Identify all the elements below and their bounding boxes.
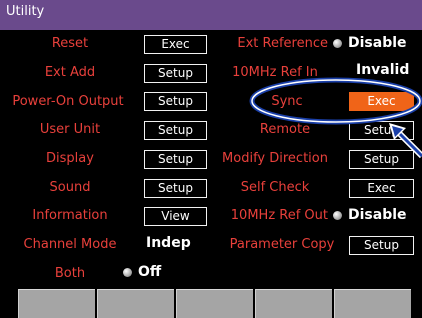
label-ext-reference: Ext Reference [237,36,328,51]
ext-reference-value[interactable]: Disable [348,35,407,51]
remote-setup-button[interactable]: Setup [349,121,414,140]
label-10mhz-ref-in: 10MHz Ref In [232,65,318,80]
label-modify-direction: Modify Direction [222,151,328,166]
label-user-unit: User Unit [39,122,101,137]
user-unit-setup-button[interactable]: Setup [144,121,207,140]
softkey-4[interactable] [255,289,332,318]
label-information: Information [32,208,108,223]
ext-add-setup-button[interactable]: Setup [144,64,207,83]
label-both: Both [54,266,86,281]
radio-dot-icon [333,211,342,220]
label-10mhz-ref-out: 10MHz Ref Out [230,208,328,223]
label-self-check: Self Check [240,180,310,195]
softkey-5[interactable] [334,289,411,318]
parameter-copy-setup-button[interactable]: Setup [349,236,414,255]
softkey-2[interactable] [97,289,174,318]
label-sound: Sound [49,180,91,195]
label-reset: Reset [51,36,89,51]
power-on-output-setup-button[interactable]: Setup [144,92,207,111]
label-power-on-output: Power-On Output [12,94,124,109]
radio-dot-icon [123,268,132,277]
window-title: Utility [6,4,45,19]
label-display: Display [46,151,94,166]
title-bar: Utility [0,0,422,30]
ref-out-value[interactable]: Disable [348,207,407,223]
ref-in-value: Invalid [356,62,410,78]
modify-direction-setup-button[interactable]: Setup [349,150,414,169]
channel-mode-value[interactable]: Indep [146,235,191,251]
softkey-3[interactable] [176,289,253,318]
label-parameter-copy: Parameter Copy [229,237,335,252]
display-setup-button[interactable]: Setup [144,150,207,169]
label-remote: Remote [259,122,311,137]
label-sync: Sync [271,94,303,109]
both-value[interactable]: Off [138,264,161,280]
label-channel-mode: Channel Mode [23,237,117,252]
softkey-1[interactable] [18,289,95,318]
reset-exec-button[interactable]: Exec [144,35,207,54]
label-ext-add: Ext Add [44,65,96,80]
sound-setup-button[interactable]: Setup [144,179,207,198]
radio-dot-icon [333,39,342,48]
sync-exec-button[interactable]: Exec [349,92,414,111]
information-view-button[interactable]: View [144,207,207,226]
self-check-exec-button[interactable]: Exec [349,179,414,198]
